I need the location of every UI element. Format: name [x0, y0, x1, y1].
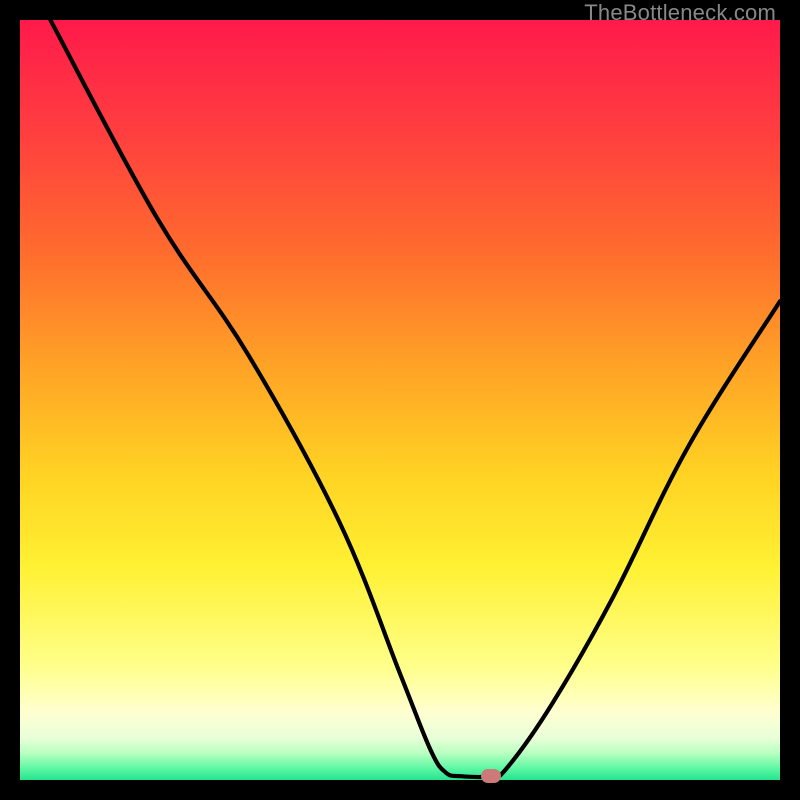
- chart-frame: [20, 20, 780, 780]
- plot-area: [20, 20, 780, 780]
- watermark-text: TheBottleneck.com: [584, 0, 776, 26]
- bottleneck-curve: [20, 20, 780, 780]
- optimal-marker: [481, 769, 501, 783]
